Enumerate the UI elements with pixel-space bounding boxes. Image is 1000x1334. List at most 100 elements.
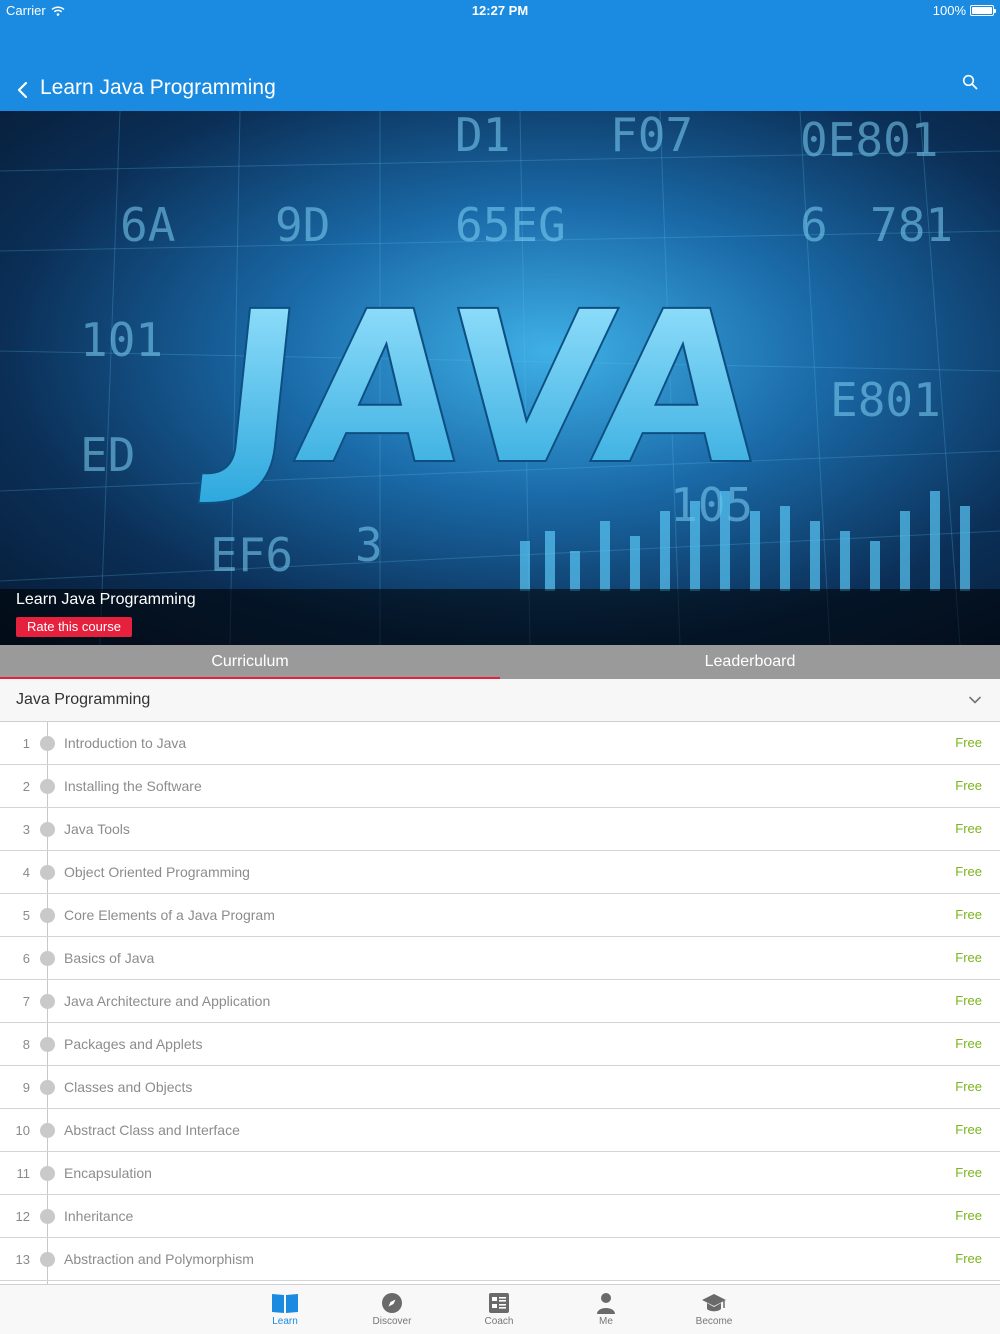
- tabbar-me[interactable]: Me: [566, 1285, 646, 1334]
- compass-icon: [382, 1293, 402, 1313]
- lesson-status-dot: [40, 908, 55, 923]
- search-icon: [962, 74, 978, 90]
- lesson-status-dot: [40, 779, 55, 794]
- lesson-title: Abstraction and Polymorphism: [64, 1251, 254, 1267]
- hex-snippet: 3: [355, 518, 383, 572]
- lesson-title: Inheritance: [64, 1208, 134, 1224]
- tabbar-label: Discover: [372, 1316, 412, 1327]
- lesson-row[interactable]: 10 Abstract Class and Interface Free: [0, 1109, 1000, 1152]
- lesson-number: 11: [16, 1166, 31, 1181]
- lesson-row[interactable]: 3 Java Tools Free: [0, 808, 1000, 851]
- lesson-price: Free: [955, 1036, 982, 1051]
- lesson-status-dot: [40, 1080, 55, 1095]
- lesson-price: Free: [955, 950, 982, 965]
- lesson-row[interactable]: 1 Introduction to Java Free: [0, 722, 1000, 765]
- lesson-title: Java Architecture and Application: [64, 993, 271, 1009]
- lesson-number: 3: [22, 822, 30, 837]
- hex-snippet: EF6: [210, 528, 293, 582]
- clipboard-icon: [489, 1293, 509, 1313]
- tabbar-discover[interactable]: Discover: [352, 1285, 432, 1334]
- lesson-row[interactable]: 5 Core Elements of a Java Program Free: [0, 894, 1000, 937]
- hex-snippet: 6A: [120, 198, 175, 252]
- lesson-row[interactable]: 7 Java Architecture and Application Free: [0, 980, 1000, 1023]
- section-title: Java Programming: [16, 691, 151, 708]
- section-header[interactable]: Java Programming: [0, 679, 1000, 722]
- tabbar-label: Become: [695, 1316, 733, 1327]
- lesson-row[interactable]: 6 Basics of Java Free: [0, 937, 1000, 980]
- back-button[interactable]: [12, 78, 32, 102]
- chevron-left-icon: [17, 81, 28, 99]
- tab-leaderboard[interactable]: Leaderboard: [500, 645, 1000, 679]
- hex-snippet: 9D: [275, 198, 330, 252]
- tabbar-label: Coach: [484, 1316, 514, 1327]
- graduation-cap-icon: [702, 1294, 726, 1312]
- lesson-title: Installing the Software: [64, 778, 202, 794]
- tabbar-coach[interactable]: Coach: [459, 1285, 539, 1334]
- lesson-price: Free: [955, 907, 982, 922]
- tabbar-label: Me: [599, 1316, 613, 1327]
- lesson-status-dot: [40, 1123, 55, 1138]
- lesson-number: 1: [22, 736, 30, 751]
- lesson-row[interactable]: 9 Classes and Objects Free: [0, 1066, 1000, 1109]
- lesson-price: Free: [955, 1079, 982, 1094]
- course-tabs: Curriculum Leaderboard: [0, 645, 1000, 679]
- lesson-price: Free: [955, 1208, 982, 1223]
- lesson-price: Free: [955, 864, 982, 879]
- lesson-status-dot: [40, 1166, 55, 1181]
- battery-icon: [970, 5, 996, 16]
- hex-snippet: F07: [610, 111, 693, 162]
- course-banner: D1 F07 0E801 65EG 9D 6A 101 ED 6 781 E80…: [0, 111, 1000, 645]
- lesson-price: Free: [955, 1122, 982, 1137]
- lesson-title: Object Oriented Programming: [64, 864, 250, 880]
- lesson-row[interactable]: 12 Inheritance Free: [0, 1195, 1000, 1238]
- lesson-row[interactable]: 11 Encapsulation Free: [0, 1152, 1000, 1195]
- status-time: 12:27 PM: [471, 3, 529, 18]
- lesson-number: 7: [22, 994, 30, 1009]
- lesson-row[interactable]: 4 Object Oriented Programming Free: [0, 851, 1000, 894]
- hex-snippet: E801: [830, 373, 941, 427]
- lesson-price: Free: [955, 1251, 982, 1266]
- tabbar-learn[interactable]: Learn: [245, 1285, 325, 1334]
- hex-snippet: D1: [455, 111, 510, 162]
- battery-percent: 100%: [932, 3, 966, 18]
- chevron-down-icon: [969, 696, 981, 704]
- lesson-row[interactable]: 13 Abstraction and Polymorphism Free: [0, 1238, 1000, 1281]
- java-banner-image: D1 F07 0E801 65EG 9D 6A 101 ED 6 781 E80…: [0, 111, 1000, 645]
- lesson-price: Free: [955, 821, 982, 836]
- status-bar: Carrier 12:27 PM 100%: [0, 0, 1000, 22]
- lesson-number: 6: [22, 951, 30, 966]
- lesson-status-dot: [40, 1209, 55, 1224]
- lesson-title: Basics of Java: [64, 950, 155, 966]
- lesson-title: Packages and Applets: [64, 1036, 203, 1052]
- lesson-status-dot: [40, 822, 55, 837]
- hex-snippet: ED: [80, 428, 135, 482]
- hex-snippet: 781: [870, 198, 953, 252]
- tab-curriculum[interactable]: Curriculum: [0, 645, 500, 679]
- rate-course-button[interactable]: Rate this course: [16, 617, 132, 637]
- search-button[interactable]: [962, 74, 980, 92]
- lesson-number: 4: [22, 865, 30, 880]
- lesson-title: Core Elements of a Java Program: [64, 907, 275, 923]
- tabbar-become[interactable]: Become: [674, 1285, 754, 1334]
- lesson-number: 13: [15, 1252, 30, 1267]
- person-icon: [597, 1293, 615, 1314]
- lesson-number: 12: [15, 1209, 30, 1224]
- course-title: Learn Java Programming: [16, 591, 196, 608]
- lesson-price: Free: [955, 778, 982, 793]
- lesson-status-dot: [40, 994, 55, 1009]
- lesson-status-dot: [40, 865, 55, 880]
- book-icon: [272, 1294, 298, 1313]
- lesson-price: Free: [955, 993, 982, 1008]
- lesson-status-dot: [40, 951, 55, 966]
- java-banner-text: JAVA: [197, 267, 772, 511]
- lesson-status-dot: [40, 1037, 55, 1052]
- lesson-title: Introduction to Java: [64, 735, 187, 751]
- lesson-row[interactable]: 8 Packages and Applets Free: [0, 1023, 1000, 1066]
- page-title: Learn Java Programming: [40, 76, 276, 99]
- lesson-title: Encapsulation: [64, 1165, 152, 1181]
- lesson-row[interactable]: 2 Installing the Software Free: [0, 765, 1000, 808]
- lesson-title: Classes and Objects: [64, 1079, 193, 1095]
- hex-snippet: 101: [80, 313, 163, 367]
- hex-snippet: 65EG: [455, 198, 566, 252]
- tabbar-label: Learn: [272, 1316, 298, 1327]
